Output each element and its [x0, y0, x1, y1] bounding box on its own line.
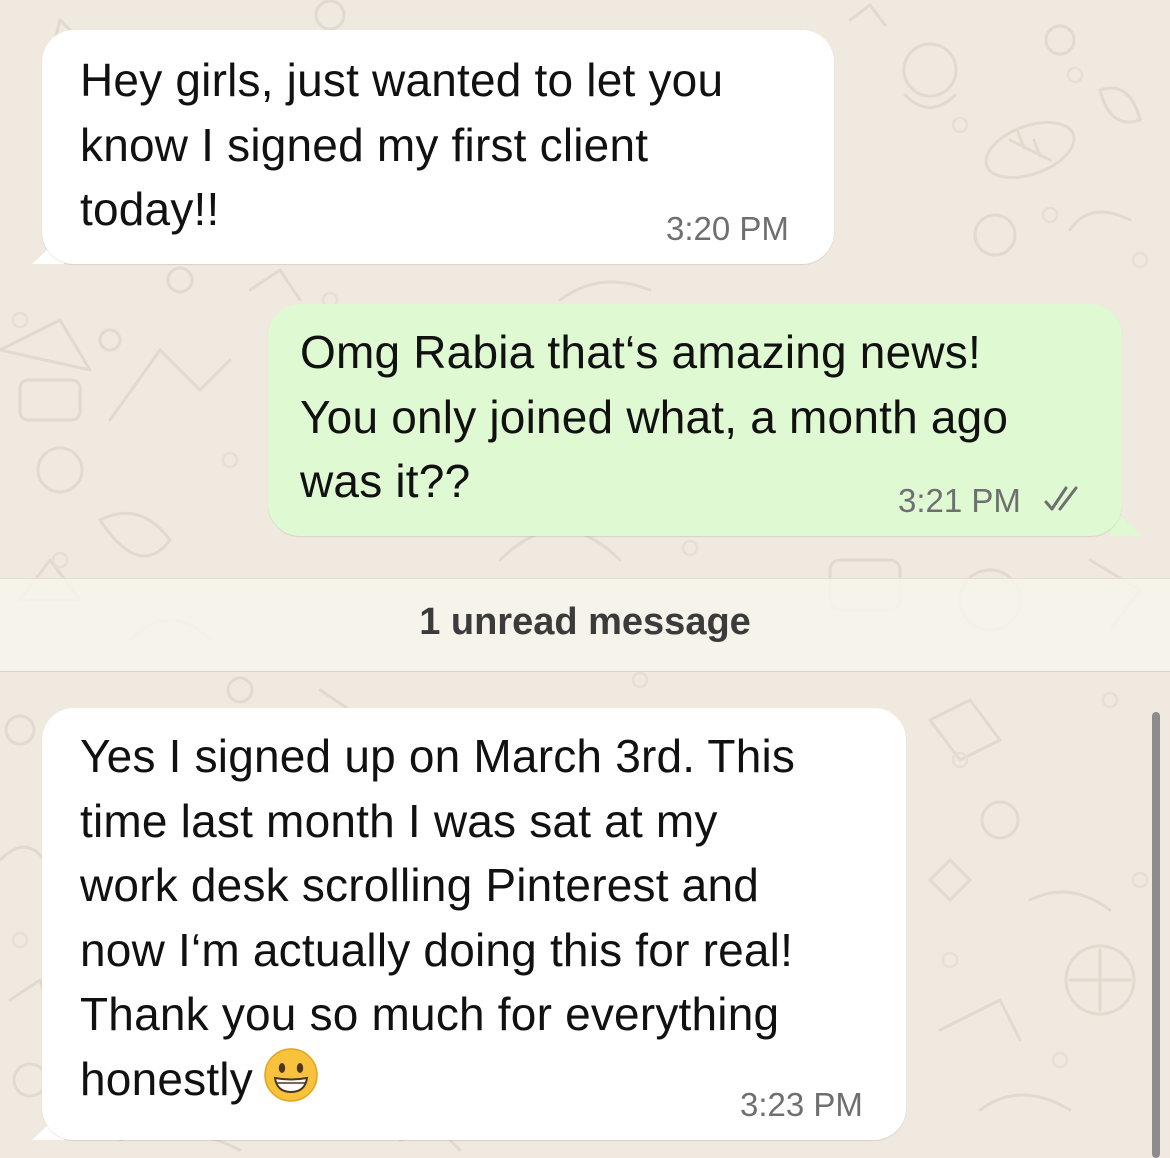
message-timestamp: 3:23 PM: [740, 1086, 863, 1123]
scrollbar[interactable]: [1152, 712, 1160, 1158]
read-receipt-double-check-icon: [1044, 486, 1078, 511]
message-timestamp: 3:21 PM: [898, 482, 1021, 519]
incoming-message-bubble[interactable]: Yes I signed up on March 3rd. This time l…: [42, 708, 906, 1140]
outgoing-message-bubble[interactable]: Omg Rabia that‘s amazing news! You only j…: [268, 304, 1122, 536]
incoming-message-bubble[interactable]: Hey girls, just wanted to let you know I …: [42, 30, 834, 264]
message-timestamp: 3:20 PM: [666, 210, 789, 247]
grinning-face-emoji-icon: [264, 1047, 318, 1102]
message-text: Yes I signed up on March 3rd. This time l…: [80, 730, 796, 1105]
unread-divider-label: 1 unread message: [419, 601, 751, 643]
message-text: Hey girls, just wanted to let you know I …: [80, 54, 724, 235]
